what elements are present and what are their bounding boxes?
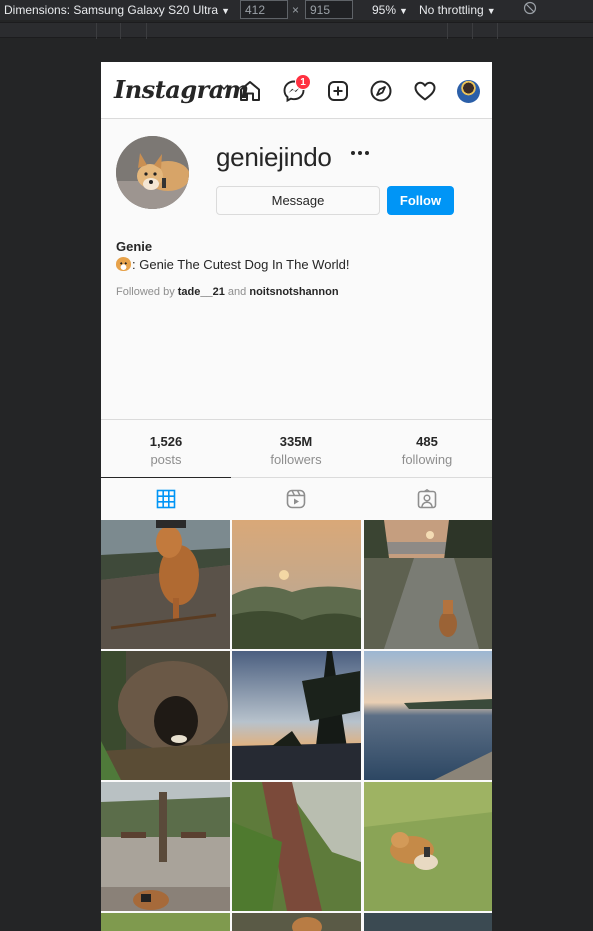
caret-down-icon: ▼ — [221, 6, 231, 16]
zoom-dropdown[interactable]: 95% ▼ — [372, 3, 408, 17]
message-button[interactable]: Message — [216, 186, 380, 215]
new-post-icon[interactable] — [326, 79, 350, 103]
stat-following[interactable]: 485 following — [362, 434, 492, 467]
profile-tabs — [101, 477, 492, 520]
throttling-dropdown[interactable]: No throttling ▼ — [419, 3, 496, 17]
stat-label: posts — [150, 452, 182, 467]
reels-icon — [286, 489, 306, 509]
bio-text-content: : Genie The Cutest Dog In The World! — [132, 257, 350, 272]
profile-stats: 1,526 posts 335M followers 485 following — [101, 419, 492, 477]
explore-icon[interactable] — [369, 79, 393, 103]
throttling-label: No throttling — [419, 3, 484, 17]
post-thumbnail[interactable] — [364, 913, 492, 931]
post-thumbnail[interactable] — [232, 913, 361, 931]
caret-down-icon: ▼ — [486, 6, 496, 16]
followed-and: and — [227, 286, 247, 298]
profile-picture[interactable] — [116, 136, 189, 209]
post-thumbnail[interactable] — [364, 520, 492, 649]
tab-tagged[interactable] — [362, 478, 492, 520]
stat-posts[interactable]: 1,526 posts — [101, 434, 231, 467]
devtools-toolbar: Dimensions: Samsung Galaxy S20 Ultra ▼ 41… — [0, 0, 593, 20]
rotate-icon[interactable] — [523, 1, 537, 15]
bio-text: : Genie The Cutest Dog In The World! — [116, 257, 350, 272]
top-nav: Instagram 1 — [101, 62, 492, 119]
post-thumbnail[interactable] — [232, 651, 361, 780]
heart-icon[interactable] — [413, 79, 437, 103]
post-thumbnail[interactable] — [364, 651, 492, 780]
post-thumbnail[interactable] — [232, 520, 361, 649]
post-thumbnail[interactable] — [232, 782, 361, 911]
stat-value: 485 — [416, 434, 438, 449]
chevron-down-icon[interactable] — [219, 82, 229, 92]
grid-icon — [156, 489, 176, 509]
tab-reels[interactable] — [231, 478, 361, 520]
zoom-label: 95% — [372, 3, 397, 17]
dimensions-dropdown[interactable]: Dimensions: Samsung Galaxy S20 Ultra ▼ — [4, 3, 230, 17]
profile-username: geniejindo — [216, 142, 332, 172]
stat-value: 335M — [279, 434, 313, 449]
dog-photo — [116, 136, 189, 209]
post-thumbnail[interactable] — [101, 913, 230, 931]
width-input[interactable]: 412 — [240, 0, 288, 19]
post-thumbnail[interactable] — [364, 782, 492, 911]
stat-followers[interactable]: 335M followers — [231, 434, 361, 467]
dog-emoji-icon — [116, 257, 131, 271]
stat-label: followers — [270, 452, 322, 467]
followed-by: Followed by tade__21 and noitsnotshannon — [116, 286, 339, 298]
profile-avatar-icon[interactable] — [457, 80, 480, 103]
post-thumbnail[interactable] — [101, 520, 230, 649]
media-query-ruler — [0, 22, 593, 39]
height-input[interactable]: 915 — [305, 0, 353, 19]
stat-value: 1,526 — [149, 434, 183, 449]
followed-user-link[interactable]: noitsnotshannon — [249, 286, 338, 298]
bio-name: Genie — [116, 239, 153, 254]
dimensions-label: Dimensions: Samsung Galaxy S20 Ultra — [4, 3, 219, 17]
messenger-badge: 1 — [295, 74, 311, 90]
caret-down-icon: ▼ — [399, 6, 408, 16]
post-thumbnail[interactable] — [101, 782, 230, 911]
times-icon: × — [292, 3, 300, 17]
follow-button[interactable]: Follow — [387, 186, 454, 215]
followed-user-link[interactable]: tade__21 — [178, 286, 225, 298]
post-thumbnail[interactable] — [101, 651, 230, 780]
tab-posts[interactable] — [101, 477, 231, 519]
tagged-icon — [417, 489, 437, 509]
more-options-icon[interactable] — [348, 146, 372, 160]
stat-label: following — [401, 452, 453, 467]
followed-prefix: Followed by — [116, 286, 175, 298]
device-viewport: Instagram 1 geniejindo Message Follow Ge… — [101, 62, 492, 931]
home-icon[interactable] — [238, 79, 262, 103]
